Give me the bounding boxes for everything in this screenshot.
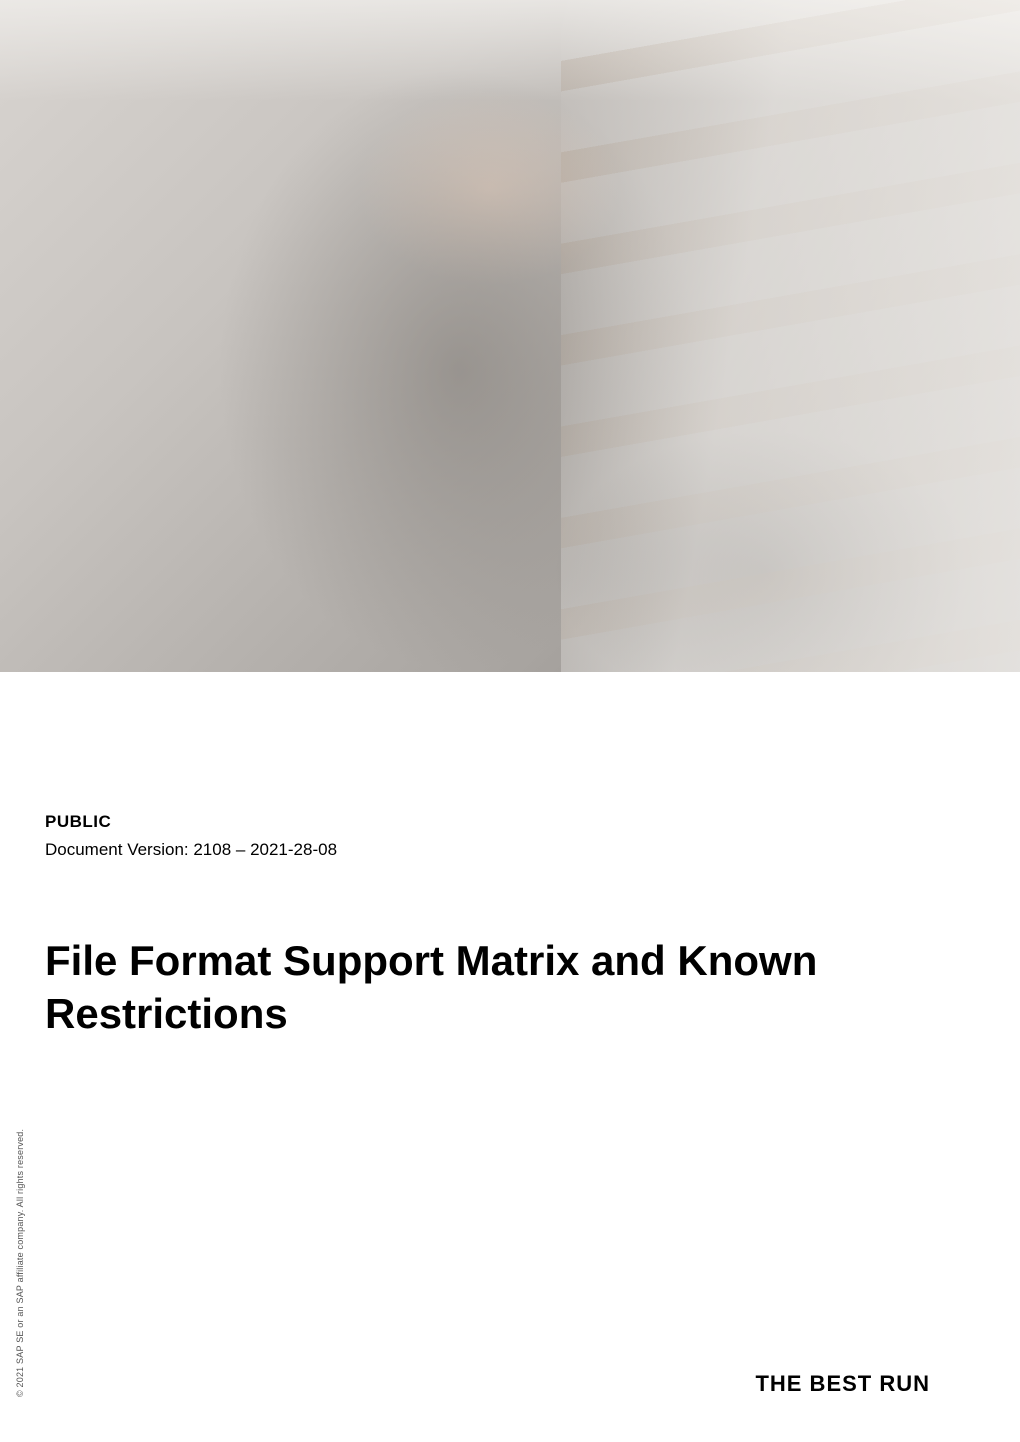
document-version: Document Version: 2108 – 2021-28-08 (45, 840, 975, 860)
classification-label: PUBLIC (45, 812, 975, 832)
brand-tagline: THE BEST RUN (755, 1371, 930, 1397)
content-area: PUBLIC Document Version: 2108 – 2021-28-… (0, 672, 1020, 1040)
copyright-notice: © 2021 SAP SE or an SAP affiliate compan… (15, 1129, 25, 1397)
hero-image (0, 0, 1020, 672)
document-title: File Format Support Matrix and Known Res… (45, 935, 895, 1040)
